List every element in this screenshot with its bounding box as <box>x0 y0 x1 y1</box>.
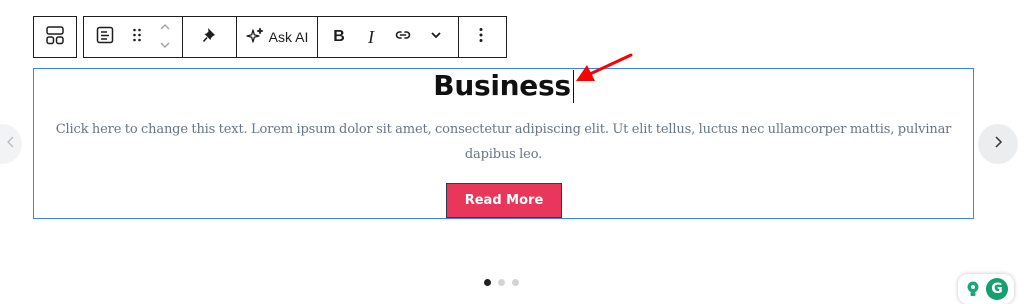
more-formatting-button[interactable] <box>424 17 448 57</box>
grammarly-icon[interactable]: G <box>986 278 1008 300</box>
block-type-button[interactable] <box>84 17 126 57</box>
read-more-button[interactable]: Read More <box>446 183 562 218</box>
layout-icon <box>44 24 66 51</box>
drag-handle[interactable] <box>126 17 148 57</box>
slide-content-block[interactable]: Business Click here to change this text.… <box>33 68 974 219</box>
pagination-dot[interactable] <box>484 279 491 286</box>
sparkle-icon <box>246 27 264 48</box>
link-button[interactable] <box>382 17 424 57</box>
chevron-down-icon[interactable] <box>158 37 172 55</box>
drag-handle-icon <box>132 26 142 49</box>
carousel-prev-button[interactable] <box>0 124 22 164</box>
slide-description[interactable]: Click here to change this text. Lorem ip… <box>33 117 974 167</box>
pin-button[interactable] <box>183 17 236 57</box>
select-parent-button[interactable] <box>34 17 76 57</box>
options-button[interactable] <box>459 17 503 57</box>
chevron-left-icon <box>5 135 17 154</box>
move-up-down-control[interactable] <box>148 17 182 57</box>
pin-icon <box>200 25 220 50</box>
lightbulb-icon[interactable] <box>964 280 982 298</box>
chevron-down-icon <box>429 28 443 47</box>
annotation-arrow-icon <box>576 53 633 81</box>
pagination-dot[interactable] <box>498 279 505 286</box>
chevron-up-icon[interactable] <box>158 19 172 37</box>
block-toolbar: Ask AI B I <box>83 16 507 58</box>
ask-ai-button[interactable]: Ask AI <box>237 17 317 57</box>
pagination-dot[interactable] <box>512 279 519 286</box>
bold-button[interactable]: B <box>318 17 360 57</box>
block-toolbar-parent <box>33 16 77 58</box>
paragraph-block-icon <box>94 24 116 51</box>
slide-heading[interactable]: Business <box>34 69 973 103</box>
chevron-right-icon <box>992 135 1004 154</box>
link-icon <box>393 25 413 50</box>
italic-button[interactable]: I <box>360 17 382 57</box>
carousel-pagination <box>484 279 519 286</box>
more-vertical-icon <box>478 26 484 49</box>
grammarly-widget[interactable]: G <box>958 274 1014 304</box>
slide-heading-text: Business <box>433 69 571 102</box>
carousel-next-button[interactable] <box>978 124 1018 164</box>
ask-ai-label: Ask AI <box>268 29 309 45</box>
